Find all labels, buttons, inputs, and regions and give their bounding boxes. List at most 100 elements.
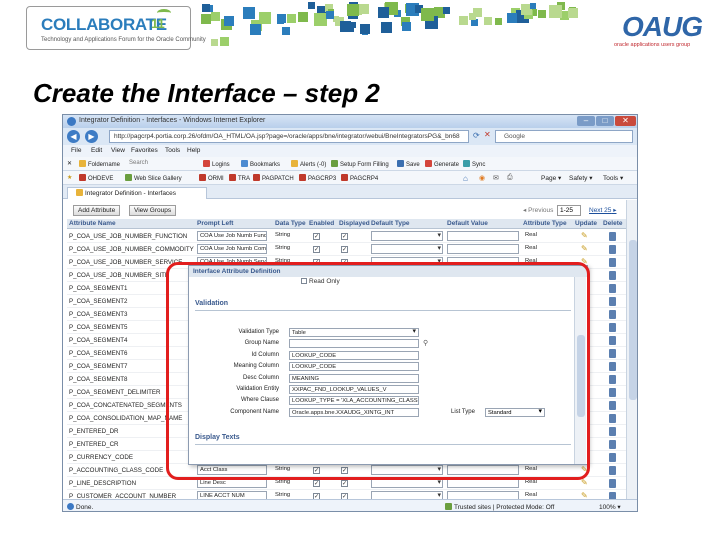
logins-button[interactable]: Logins: [203, 160, 230, 168]
displayed-checkbox[interactable]: ✓: [341, 467, 348, 474]
enabled-checkbox[interactable]: ✓: [313, 467, 320, 474]
search-input[interactable]: Google: [495, 130, 633, 143]
dialog-scrollbar-thumb[interactable]: [577, 335, 585, 417]
dialog-scrollbar[interactable]: [574, 277, 586, 464]
col-attribute-name[interactable]: Attribute Name: [69, 220, 116, 227]
page-scrollbar[interactable]: [626, 200, 637, 500]
add-attribute-button[interactable]: Add Attribute: [73, 205, 121, 216]
default-value-input[interactable]: [447, 465, 519, 475]
delete-trash-icon[interactable]: [609, 297, 616, 306]
delete-trash-icon[interactable]: [609, 336, 616, 345]
default-type-select[interactable]: [371, 231, 443, 241]
default-type-select[interactable]: [371, 244, 443, 254]
displayed-checkbox[interactable]: ✓: [341, 246, 348, 253]
minimize-button[interactable]: –: [577, 116, 595, 126]
prompt-left-input[interactable]: COA Use Job Numb Comm: [197, 244, 267, 254]
menu-tools[interactable]: Tools: [165, 147, 180, 154]
dialog-field-input[interactable]: LOOKUP_CODE: [289, 362, 419, 372]
print-icon[interactable]: ⎙: [507, 174, 513, 182]
maximize-button[interactable]: □: [596, 116, 614, 126]
default-value-input[interactable]: [447, 244, 519, 254]
prompt-left-input[interactable]: Line Desc: [197, 478, 267, 488]
back-arrow-icon[interactable]: ◀: [67, 130, 80, 143]
delete-trash-icon[interactable]: [609, 323, 616, 332]
menu-edit[interactable]: Edit: [91, 147, 102, 154]
col-delete[interactable]: Delete: [603, 220, 623, 227]
zoom-level[interactable]: 100% ▾: [599, 503, 621, 511]
stop-icon[interactable]: ✕: [484, 130, 491, 139]
home-icon[interactable]: ⌂: [463, 174, 468, 183]
list-type-select[interactable]: Standard: [485, 407, 545, 417]
dialog-field-input[interactable]: [289, 339, 419, 349]
delete-trash-icon[interactable]: [609, 427, 616, 436]
col-update[interactable]: Update: [575, 220, 597, 227]
page-menu-icon[interactable]: Page ▾: [541, 174, 561, 182]
tab-integrator-definition[interactable]: Integrator Definition - Interfaces: [67, 187, 207, 199]
delete-trash-icon[interactable]: [609, 310, 616, 319]
delete-trash-icon[interactable]: [609, 271, 616, 280]
prompt-left-input[interactable]: Acct Class: [197, 465, 267, 475]
link-tra[interactable]: TRA: [229, 174, 250, 182]
safety-menu-icon[interactable]: Safety ▾: [569, 174, 593, 182]
foldername-button[interactable]: Foldername: [79, 160, 120, 168]
link-pagcrp3[interactable]: PAGCRP3: [299, 174, 336, 182]
view-groups-button[interactable]: View Groups: [129, 205, 177, 216]
bookmarks-button[interactable]: Bookmarks: [241, 160, 280, 168]
col-default-value[interactable]: Default Value: [447, 220, 488, 227]
validation-type-select[interactable]: Table: [289, 328, 419, 337]
previous-page-link[interactable]: ◂ Previous: [523, 206, 553, 214]
forward-arrow-icon[interactable]: ▶: [85, 130, 98, 143]
delete-trash-icon[interactable]: [609, 453, 616, 462]
enabled-checkbox[interactable]: ✓: [313, 233, 320, 240]
page-scrollbar-thumb[interactable]: [629, 240, 637, 400]
enabled-checkbox[interactable]: ✓: [313, 246, 320, 253]
col-attribute-type[interactable]: Attribute Type: [523, 220, 567, 227]
default-value-input[interactable]: [447, 231, 519, 241]
sync-button[interactable]: Sync: [463, 160, 485, 168]
delete-trash-icon[interactable]: [609, 232, 616, 241]
menu-favorites[interactable]: Favorites: [131, 147, 158, 154]
delete-trash-icon[interactable]: [609, 401, 616, 410]
close-toolbar-icon[interactable]: ✕: [67, 160, 72, 167]
delete-trash-icon[interactable]: [609, 479, 616, 488]
page-range-select[interactable]: 1-25: [557, 205, 581, 216]
update-pencil-icon[interactable]: ✎: [581, 466, 589, 474]
search-lookup-icon[interactable]: ⚲: [423, 339, 428, 347]
dialog-field-input[interactable]: LOOKUP_CODE: [289, 350, 419, 360]
delete-trash-icon[interactable]: [609, 414, 616, 423]
dialog-field-input[interactable]: XXPAC_FND_LOOKUP_VALUES_V: [289, 385, 419, 394]
next-page-link[interactable]: Next 25 ▸: [589, 206, 616, 214]
delete-trash-icon[interactable]: [609, 349, 616, 358]
feeds-icon[interactable]: ◉: [479, 174, 485, 182]
delete-trash-icon[interactable]: [609, 245, 616, 254]
refresh-icon[interactable]: ⟳: [473, 131, 480, 140]
delete-trash-icon[interactable]: [609, 284, 616, 293]
default-type-select[interactable]: [371, 478, 443, 488]
col-displayed[interactable]: Displayed: [339, 220, 370, 227]
enabled-checkbox[interactable]: ✓: [313, 480, 320, 487]
save-button[interactable]: Save: [397, 160, 420, 168]
col-data-type[interactable]: Data Type: [275, 220, 306, 227]
col-prompt-left[interactable]: Prompt Left: [197, 220, 233, 227]
displayed-checkbox[interactable]: ✓: [341, 480, 348, 487]
delete-trash-icon[interactable]: [609, 440, 616, 449]
delete-trash-icon[interactable]: [609, 375, 616, 384]
update-pencil-icon[interactable]: ✎: [581, 479, 589, 487]
update-pencil-icon[interactable]: ✎: [581, 245, 589, 253]
menu-view[interactable]: View: [111, 147, 125, 154]
url-input[interactable]: http://pagcrp4.portia.corp.26/ofdm/OA_HT…: [109, 130, 469, 143]
dialog-field-input[interactable]: LOOKUP_TYPE = 'XLA_ACCOUNTING_CLASS': [289, 396, 419, 406]
update-pencil-icon[interactable]: ✎: [581, 232, 589, 240]
alerts-button[interactable]: Alerts (-0): [291, 160, 326, 168]
link-web-slice-gallery[interactable]: Web Slice Gallery: [125, 174, 182, 182]
prompt-left-input[interactable]: COA Use Job Numb Func: [197, 231, 267, 241]
displayed-checkbox[interactable]: ✓: [341, 233, 348, 240]
delete-trash-icon[interactable]: [609, 362, 616, 371]
close-window-button[interactable]: ✕: [615, 116, 636, 126]
col-enabled[interactable]: Enabled: [309, 220, 334, 227]
col-default-type[interactable]: Default Type: [371, 220, 410, 227]
link-ohdeve[interactable]: OHDEVE: [79, 174, 113, 182]
dialog-field-input[interactable]: MEANING: [289, 373, 419, 383]
mail-icon[interactable]: ✉: [493, 174, 499, 182]
delete-trash-icon[interactable]: [609, 258, 616, 267]
